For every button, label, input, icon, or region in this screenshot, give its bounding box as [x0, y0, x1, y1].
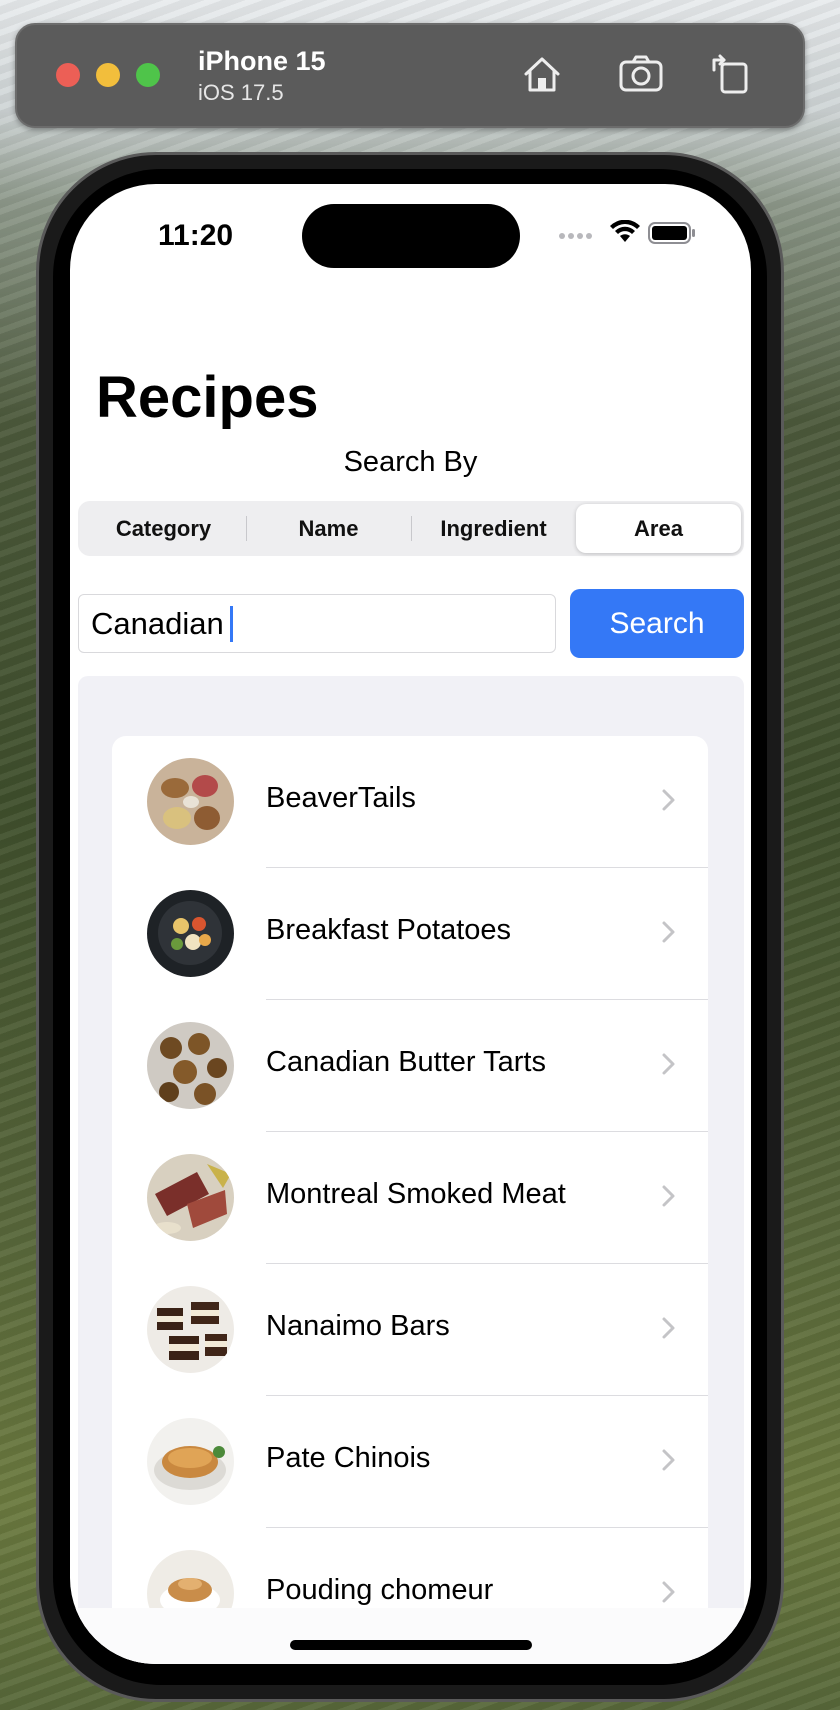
status-icons	[558, 220, 698, 250]
recipe-row[interactable]: Canadian Butter Tarts	[112, 1000, 708, 1132]
recipe-row[interactable]: Breakfast Potatoes	[112, 868, 708, 1000]
recipe-thumbnail	[147, 1286, 234, 1373]
search-button[interactable]: Search	[570, 589, 744, 658]
search-by-segmented-control: Category Name Ingredient Area	[78, 501, 744, 556]
chevron-right-icon	[662, 1317, 675, 1339]
segment-area[interactable]: Area	[576, 504, 741, 553]
recipe-name: Pouding chomeur	[266, 1574, 494, 1606]
segment-name[interactable]: Name	[246, 504, 411, 553]
recipe-name: Pate Chinois	[266, 1442, 431, 1474]
recipe-thumbnail	[147, 758, 234, 845]
recipe-thumbnail	[147, 1154, 234, 1241]
text-caret	[229, 605, 233, 642]
page-title: Recipes	[96, 365, 319, 430]
screenshot-icon[interactable]	[617, 50, 665, 98]
recipe-thumbnail	[147, 1022, 234, 1109]
recipe-row[interactable]: BeaverTails	[112, 736, 708, 868]
segment-ingredient[interactable]: Ingredient	[411, 504, 576, 553]
status-time: 11:20	[158, 219, 234, 252]
recipe-thumbnail	[147, 1418, 234, 1505]
recipe-list: BeaverTails Breakfast Potatoes Canadian …	[112, 736, 708, 1608]
rotate-icon[interactable]	[706, 50, 754, 98]
os-version: iOS 17.5	[198, 80, 284, 105]
recipe-thumbnail	[147, 890, 234, 977]
home-icon[interactable]	[518, 50, 566, 98]
chevron-right-icon	[662, 1053, 675, 1075]
recipe-name: Nanaimo Bars	[266, 1310, 450, 1342]
chevron-right-icon	[662, 1185, 675, 1207]
phone-screen: 11:20 Recipes Search By Category Name In…	[70, 184, 751, 1664]
device-name: iPhone 15	[198, 46, 326, 76]
segment-category[interactable]: Category	[81, 504, 246, 553]
cellular-dots-icon	[559, 233, 592, 239]
chevron-right-icon	[662, 921, 675, 943]
dynamic-island	[302, 204, 520, 268]
recipe-row[interactable]: Pouding chomeur	[112, 1528, 708, 1608]
recipe-name: Canadian Butter Tarts	[266, 1046, 546, 1078]
chevron-right-icon	[662, 1581, 675, 1603]
search-by-label: Search By	[343, 446, 478, 478]
search-input-value: Canadian	[91, 605, 224, 641]
recipe-row[interactable]: Nanaimo Bars	[112, 1264, 708, 1396]
recipe-row[interactable]: Montreal Smoked Meat	[112, 1132, 708, 1264]
search-input[interactable]: Canadian	[78, 594, 556, 653]
recipe-thumbnail	[147, 1550, 234, 1608]
minimize-window-button[interactable]	[96, 63, 120, 87]
simulator-toolbar	[15, 23, 805, 128]
wifi-icon	[610, 220, 640, 242]
chevron-right-icon	[662, 789, 675, 811]
bottom-safe-area	[70, 1608, 751, 1664]
recipe-name: BeaverTails	[266, 782, 416, 814]
battery-icon	[648, 222, 695, 244]
recipe-name: Breakfast Potatoes	[266, 914, 512, 946]
recipe-row[interactable]: Pate Chinois	[112, 1396, 708, 1528]
close-window-button[interactable]	[56, 63, 80, 87]
home-indicator[interactable]	[290, 1640, 532, 1650]
recipe-name: Montreal Smoked Meat	[266, 1178, 566, 1210]
zoom-window-button[interactable]	[136, 63, 160, 87]
chevron-right-icon	[662, 1449, 675, 1471]
